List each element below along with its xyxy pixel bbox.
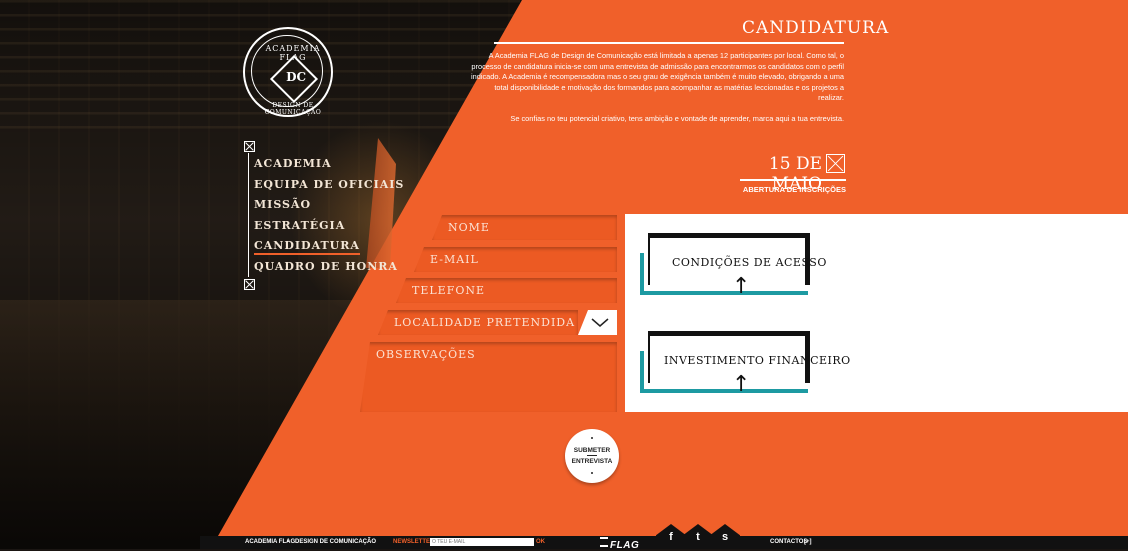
nav-bottom-close-icon bbox=[244, 279, 255, 290]
observations-field[interactable]: OBSERVAÇÕES bbox=[360, 342, 617, 412]
footer-brand-design[interactable]: DESIGN DE COMUNICAÇÃO bbox=[295, 539, 376, 545]
nav-item-missao[interactable]: MISSÃO bbox=[254, 197, 404, 218]
footer-bullet: • bbox=[287, 539, 290, 545]
dot-icon bbox=[591, 472, 593, 474]
location-select[interactable]: LOCALIDADE PRETENDIDA bbox=[378, 310, 578, 335]
financial-investment-card[interactable]: INVESTIMENTO FINANCEIRO ↑ bbox=[640, 331, 850, 396]
observations-field-label: OBSERVAÇÕES bbox=[376, 348, 476, 361]
nav-item-quadro-honra[interactable]: QUADRO DE HONRA bbox=[254, 259, 404, 280]
newsletter-ok-button[interactable]: OK bbox=[536, 539, 545, 545]
nav-divider-line bbox=[248, 153, 249, 277]
arrow-up-icon: ↑ bbox=[732, 372, 751, 397]
nav-top-close-icon bbox=[244, 141, 255, 152]
submit-line-1: SUBMETER bbox=[573, 447, 611, 454]
newsletter-label: NEWSLETTER bbox=[393, 539, 435, 545]
name-field-label: NOME bbox=[448, 221, 490, 234]
nav-item-equipa[interactable]: EQUIPA DE OFICIAIS bbox=[254, 177, 404, 198]
name-field[interactable]: NOME bbox=[432, 215, 617, 240]
phone-field[interactable]: TELEFONE bbox=[396, 278, 617, 303]
email-field[interactable]: E-MAIL bbox=[414, 247, 617, 272]
date-divider bbox=[740, 179, 846, 181]
location-select-label: LOCALIDADE PRETENDIDA bbox=[394, 316, 576, 329]
access-conditions-card[interactable]: CONDIÇÕES DE ACESSO ↑ bbox=[640, 233, 826, 298]
chevron-down-icon bbox=[591, 318, 609, 327]
close-box-icon bbox=[826, 154, 845, 173]
dot-icon bbox=[591, 437, 593, 439]
newsletter-email-input[interactable] bbox=[430, 538, 534, 546]
logo-monogram: DC bbox=[269, 54, 319, 104]
academia-logo[interactable]: ACADEMIA FLAG DC DESIGN DE COMUNICAÇÃO bbox=[243, 27, 333, 117]
arrow-up-icon: ↑ bbox=[732, 274, 751, 299]
access-conditions-label: CONDIÇÕES DE ACESSO bbox=[672, 256, 827, 269]
contacts-link[interactable]: CONTACTOS bbox=[770, 539, 807, 545]
nav-item-academia[interactable]: ACADEMIA bbox=[254, 156, 404, 177]
phone-field-label: TELEFONE bbox=[412, 284, 486, 297]
intro-paragraph-2: Se confias no teu potencial criativo, te… bbox=[510, 113, 844, 123]
date-subtitle: ABERTURA DE INSCRIÇÕES bbox=[742, 185, 846, 194]
submit-button[interactable]: SUBMETER ENTREVISTA bbox=[565, 429, 619, 483]
title-divider bbox=[494, 42, 844, 44]
logo-bottom-text: DESIGN DE COMUNICAÇÃO bbox=[264, 102, 322, 116]
intro-paragraph-1: A Academia FLAG de Design de Comunicação… bbox=[470, 51, 844, 102]
submit-line-2: ENTREVISTA bbox=[571, 458, 613, 465]
nav-item-estrategia[interactable]: ESTRATÉGIA bbox=[254, 218, 404, 239]
financial-investment-label: INVESTIMENTO FINANCEIRO bbox=[664, 354, 851, 367]
intro-text: A Academia FLAG de Design de Comunicação… bbox=[470, 51, 844, 134]
email-field-label: E-MAIL bbox=[430, 253, 479, 266]
contacts-expand-button[interactable]: [+] bbox=[804, 539, 812, 545]
nav-item-candidatura[interactable]: CANDIDATURA bbox=[254, 239, 360, 255]
main-nav: ACADEMIA EQUIPA DE OFICIAIS MISSÃO ESTRA… bbox=[254, 156, 404, 279]
page-title: CANDIDATURA bbox=[742, 18, 890, 38]
